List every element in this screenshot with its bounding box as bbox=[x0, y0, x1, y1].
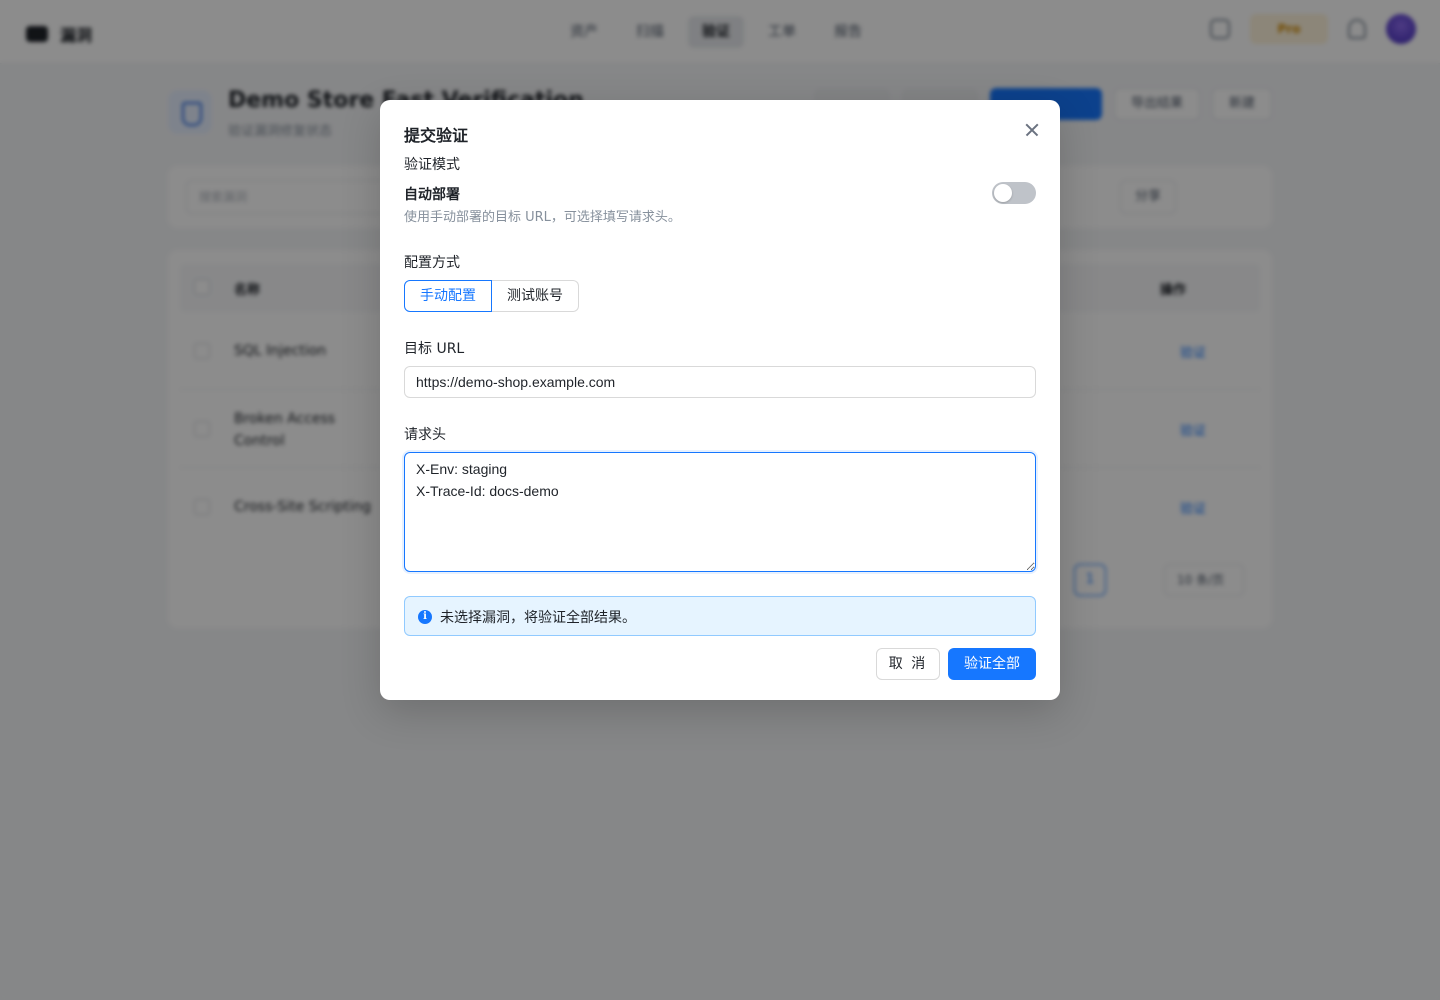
dialog-title: 提交验证 bbox=[404, 126, 469, 145]
auto-deploy-label: 自动部署 bbox=[404, 187, 460, 203]
info-alert-text: 未选择漏洞，将验证全部结果。 bbox=[440, 610, 636, 626]
auto-deploy-description: 使用手动部署的目标 URL，可选择填写请求头。 bbox=[404, 210, 681, 225]
toggle-knob bbox=[994, 184, 1012, 202]
info-icon: i bbox=[418, 610, 432, 624]
mode-section-label: 验证模式 bbox=[404, 157, 460, 173]
auto-deploy-toggle[interactable] bbox=[992, 182, 1036, 204]
config-option-manual[interactable]: 手动配置 bbox=[404, 280, 492, 312]
config-option-test-account[interactable]: 测试账号 bbox=[492, 280, 579, 312]
headers-textarea[interactable]: X-Env: staging X-Trace-Id: docs-demo bbox=[404, 452, 1036, 572]
cancel-button[interactable]: 取 消 bbox=[876, 648, 940, 680]
target-url-label: 目标 URL bbox=[404, 341, 465, 357]
submit-verification-dialog: 提交验证 验证模式 自动部署 使用手动部署的目标 URL，可选择填写请求头。 配… bbox=[380, 100, 1060, 700]
config-method-label: 配置方式 bbox=[404, 255, 460, 271]
verify-all-button[interactable]: 验证全部 bbox=[948, 648, 1036, 680]
close-icon[interactable] bbox=[1020, 118, 1044, 142]
target-url-input[interactable] bbox=[404, 366, 1036, 398]
config-method-segmented: 手动配置 测试账号 bbox=[404, 280, 579, 312]
headers-label: 请求头 bbox=[404, 427, 446, 443]
info-alert: i 未选择漏洞，将验证全部结果。 bbox=[404, 596, 1036, 636]
